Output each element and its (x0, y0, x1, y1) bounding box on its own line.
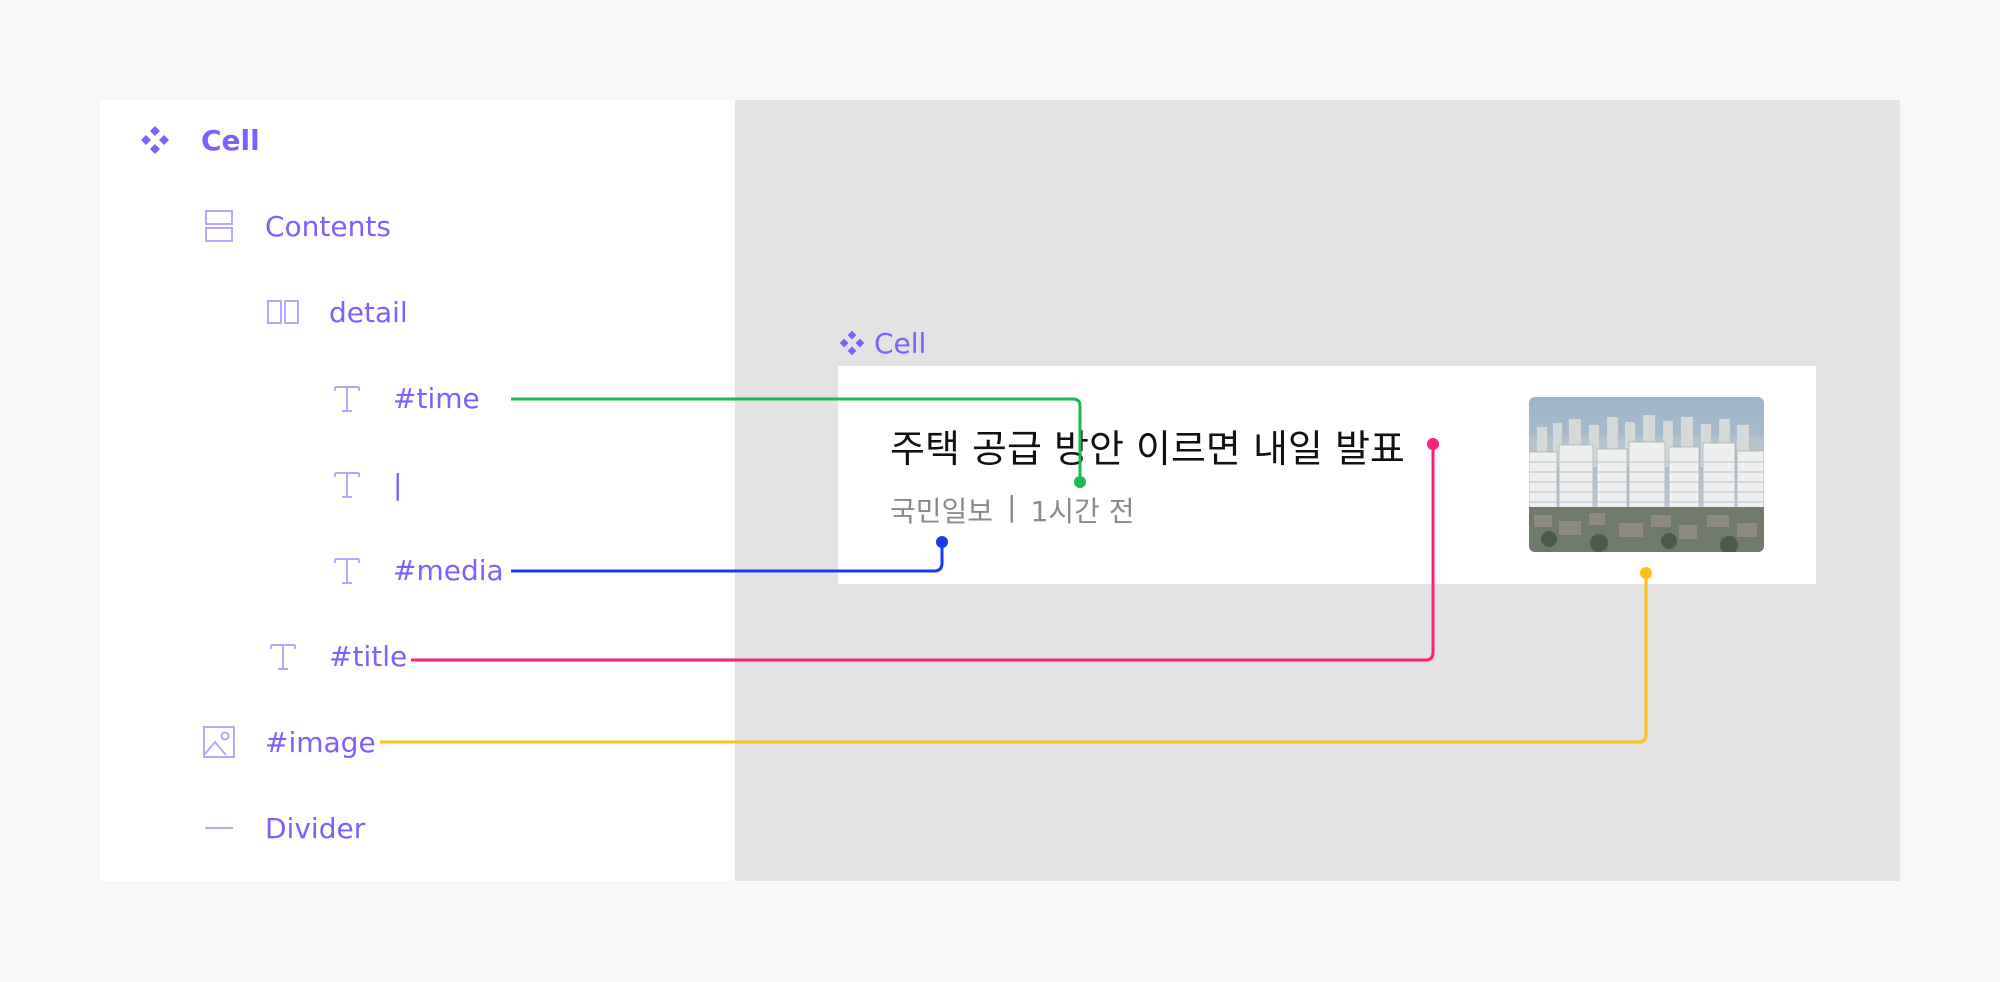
connector-title-dot (1427, 438, 1439, 450)
connector-time (511, 397, 1082, 481)
connector-time-dot (1074, 476, 1086, 488)
connector-media-dot (936, 536, 948, 548)
connector-image-dot (1640, 567, 1652, 579)
connector-image (380, 573, 1648, 744)
connector-media (511, 542, 944, 573)
connector-title (411, 444, 1435, 662)
connector-lines (380, 397, 1652, 744)
